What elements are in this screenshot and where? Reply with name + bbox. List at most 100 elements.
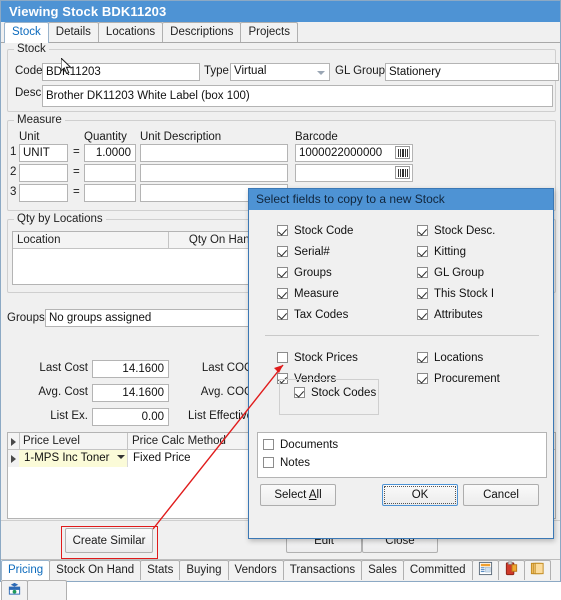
measure-quantity-field[interactable] (84, 164, 136, 182)
bottom-tab-clipboard[interactable] (497, 560, 525, 580)
tab-locations[interactable]: Locations (97, 22, 164, 42)
measure-unitdesc-field[interactable] (140, 144, 288, 162)
measure-unitdesc-header: Unit Description (140, 131, 222, 143)
column-header-price-level[interactable]: Price Level (19, 433, 128, 449)
ok-button[interactable]: OK (382, 484, 458, 506)
checkbox-serial-number[interactable]: Serial# (277, 246, 330, 258)
tab-details[interactable]: Details (47, 22, 99, 42)
checkbox-label: Stock Code (294, 225, 354, 237)
checkbox-notes[interactable]: Notes (263, 457, 310, 469)
cancel-label: Cancel (483, 489, 519, 501)
bottom-tab-label: Transactions (289, 564, 356, 576)
create-similar-button[interactable]: Create Similar (65, 528, 153, 553)
checkbox-input[interactable] (277, 246, 288, 257)
equals-sign: = (73, 146, 80, 158)
cancel-button[interactable]: Cancel (463, 484, 539, 506)
select-all-button[interactable]: Select AllSelect All (260, 484, 336, 506)
checkbox-measure[interactable]: Measure (277, 288, 339, 300)
bottom-tab-bar: Pricing Stock On Hand Stats Buying Vendo… (1, 559, 560, 600)
checkbox-input[interactable] (417, 267, 428, 278)
price-level-cell[interactable]: 1-MPS Inc Toner (19, 450, 128, 467)
measure-unitdesc-field[interactable] (140, 164, 288, 182)
gl-group-field[interactable] (385, 63, 559, 81)
desc-field[interactable]: Brother DK11203 White Label (box 100) (42, 85, 553, 107)
measure-quantity-field[interactable] (84, 184, 136, 202)
bottom-tab-vendors[interactable]: Vendors (227, 560, 284, 580)
measure-row-number: 3 (10, 186, 17, 198)
dialog-title-bar: Select fields to copy to a new Stock (249, 189, 553, 210)
bottom-tab-buying[interactable]: Buying (179, 560, 229, 580)
checkbox-label: Locations (434, 352, 484, 364)
qty-group-legend: Qty by Locations (14, 213, 106, 225)
checkbox-locations[interactable]: Locations (417, 352, 483, 364)
tab-label: Descriptions (170, 26, 234, 38)
checkbox-kitting[interactable]: Kitting (417, 246, 466, 258)
measure-unit-field[interactable] (19, 164, 68, 182)
checkbox-attributes[interactable]: Attributes (417, 309, 483, 321)
bottom-tab-stats[interactable]: Stats (140, 560, 181, 580)
checkbox-tax-codes[interactable]: Tax Codes (277, 309, 348, 321)
barcode-icon[interactable] (395, 146, 410, 159)
checkbox-documents[interactable]: Documents (263, 439, 338, 451)
checkbox-stock-code[interactable]: Stock Code (277, 225, 353, 237)
checkbox-input[interactable] (277, 225, 288, 236)
checkbox-input[interactable] (263, 439, 274, 450)
checkbox-input[interactable] (263, 457, 274, 468)
price-level-value: 1-MPS Inc Toner (24, 452, 110, 464)
column-header-location[interactable]: Location (13, 232, 169, 248)
measure-unit-field[interactable] (19, 144, 68, 162)
type-combo[interactable]: Virtual (230, 63, 330, 81)
checkbox-input[interactable] (417, 225, 428, 236)
checkbox-input[interactable] (417, 288, 428, 299)
tab-projects[interactable]: Projects (240, 22, 298, 42)
bottom-tab-label: Pricing (8, 564, 44, 576)
bottom-tab-stock-on-hand[interactable]: Stock On Hand (49, 560, 142, 580)
mouse-cursor (61, 58, 72, 75)
bottom-tab-transactions[interactable]: Transactions (282, 560, 363, 580)
checkbox-stock-prices[interactable]: Stock Prices (277, 352, 358, 364)
checkbox-gl-group[interactable]: GL Group (417, 267, 484, 279)
checkbox-vendor-stock-codes[interactable]: Stock Codes (294, 387, 376, 399)
bottom-tab-label: Vendors (234, 564, 277, 576)
checkbox-input[interactable] (294, 387, 305, 398)
checkbox-input[interactable] (417, 352, 428, 363)
bottom-tab-committed[interactable]: Committed (402, 560, 473, 580)
chevron-down-icon[interactable] (117, 455, 125, 459)
checkbox-input[interactable] (417, 373, 428, 384)
checkbox-label: Stock Prices (294, 352, 358, 364)
equals-sign: = (73, 166, 80, 178)
checkbox-input[interactable] (277, 267, 288, 278)
copy-fields-dialog: Select fields to copy to a new Stock Sto… (248, 188, 554, 539)
checkbox-input[interactable] (417, 246, 428, 257)
page-title: Viewing Stock BDK11203 (9, 4, 167, 19)
chevron-down-icon[interactable] (313, 65, 328, 79)
checkbox-stock-desc[interactable]: Stock Desc. (417, 225, 495, 237)
checkbox-this-stock-item[interactable]: This Stock I (417, 288, 494, 300)
bottom-tab-label: Stock On Hand (56, 564, 135, 576)
bottom-tab-report[interactable] (471, 560, 499, 580)
checkbox-label: This Stock I (434, 288, 495, 300)
checkbox-procurement[interactable]: Procurement (417, 373, 500, 385)
stock-window: Viewing Stock BDK11203 Stock Details Loc… (0, 0, 561, 600)
measure-quantity-field[interactable] (84, 144, 136, 162)
tab-stock[interactable]: Stock (4, 22, 49, 43)
checkbox-input[interactable] (417, 309, 428, 320)
type-label: Type (204, 65, 229, 77)
barcode-icon[interactable] (395, 166, 410, 179)
bottom-tab-pricing[interactable]: Pricing (1, 560, 51, 580)
measure-unit-field[interactable] (19, 184, 68, 202)
checkbox-label: Attributes (434, 309, 483, 321)
last-cog-label: Last COG (201, 362, 253, 374)
checkbox-input[interactable] (277, 288, 288, 299)
list-ex-field: 0.00 (92, 408, 169, 426)
tab-descriptions[interactable]: Descriptions (162, 22, 242, 42)
checkbox-input[interactable] (277, 309, 288, 320)
bottom-tab-kit[interactable] (1, 580, 28, 600)
select-all-label: Select AllSelect All (274, 489, 322, 501)
measure-group-legend: Measure (14, 114, 65, 126)
measure-row-number: 1 (10, 146, 17, 158)
bottom-tab-documents[interactable] (523, 560, 551, 580)
checkbox-input[interactable] (277, 352, 288, 363)
bottom-tab-sales[interactable]: Sales (361, 560, 404, 580)
checkbox-groups[interactable]: Groups (277, 267, 332, 279)
